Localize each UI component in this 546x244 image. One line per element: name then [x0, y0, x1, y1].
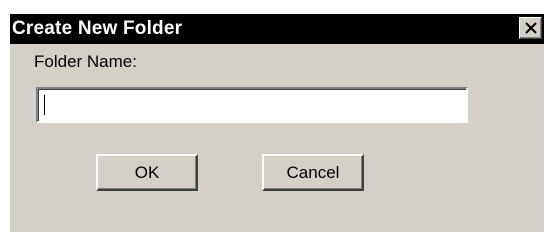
create-folder-dialog: Create New Folder Folder Name: OK Cancel [0, 0, 546, 244]
ok-button[interactable]: OK [96, 154, 198, 191]
title-bar[interactable]: Create New Folder [10, 14, 544, 44]
folder-name-label: Folder Name: [34, 52, 137, 71]
dialog-body: Folder Name: OK Cancel [10, 44, 544, 232]
dialog-title: Create New Folder [12, 18, 183, 39]
folder-name-input[interactable] [36, 87, 468, 123]
close-icon [525, 22, 537, 34]
cancel-button[interactable]: Cancel [262, 154, 364, 191]
text-caret [44, 95, 45, 115]
close-button[interactable] [519, 17, 542, 39]
